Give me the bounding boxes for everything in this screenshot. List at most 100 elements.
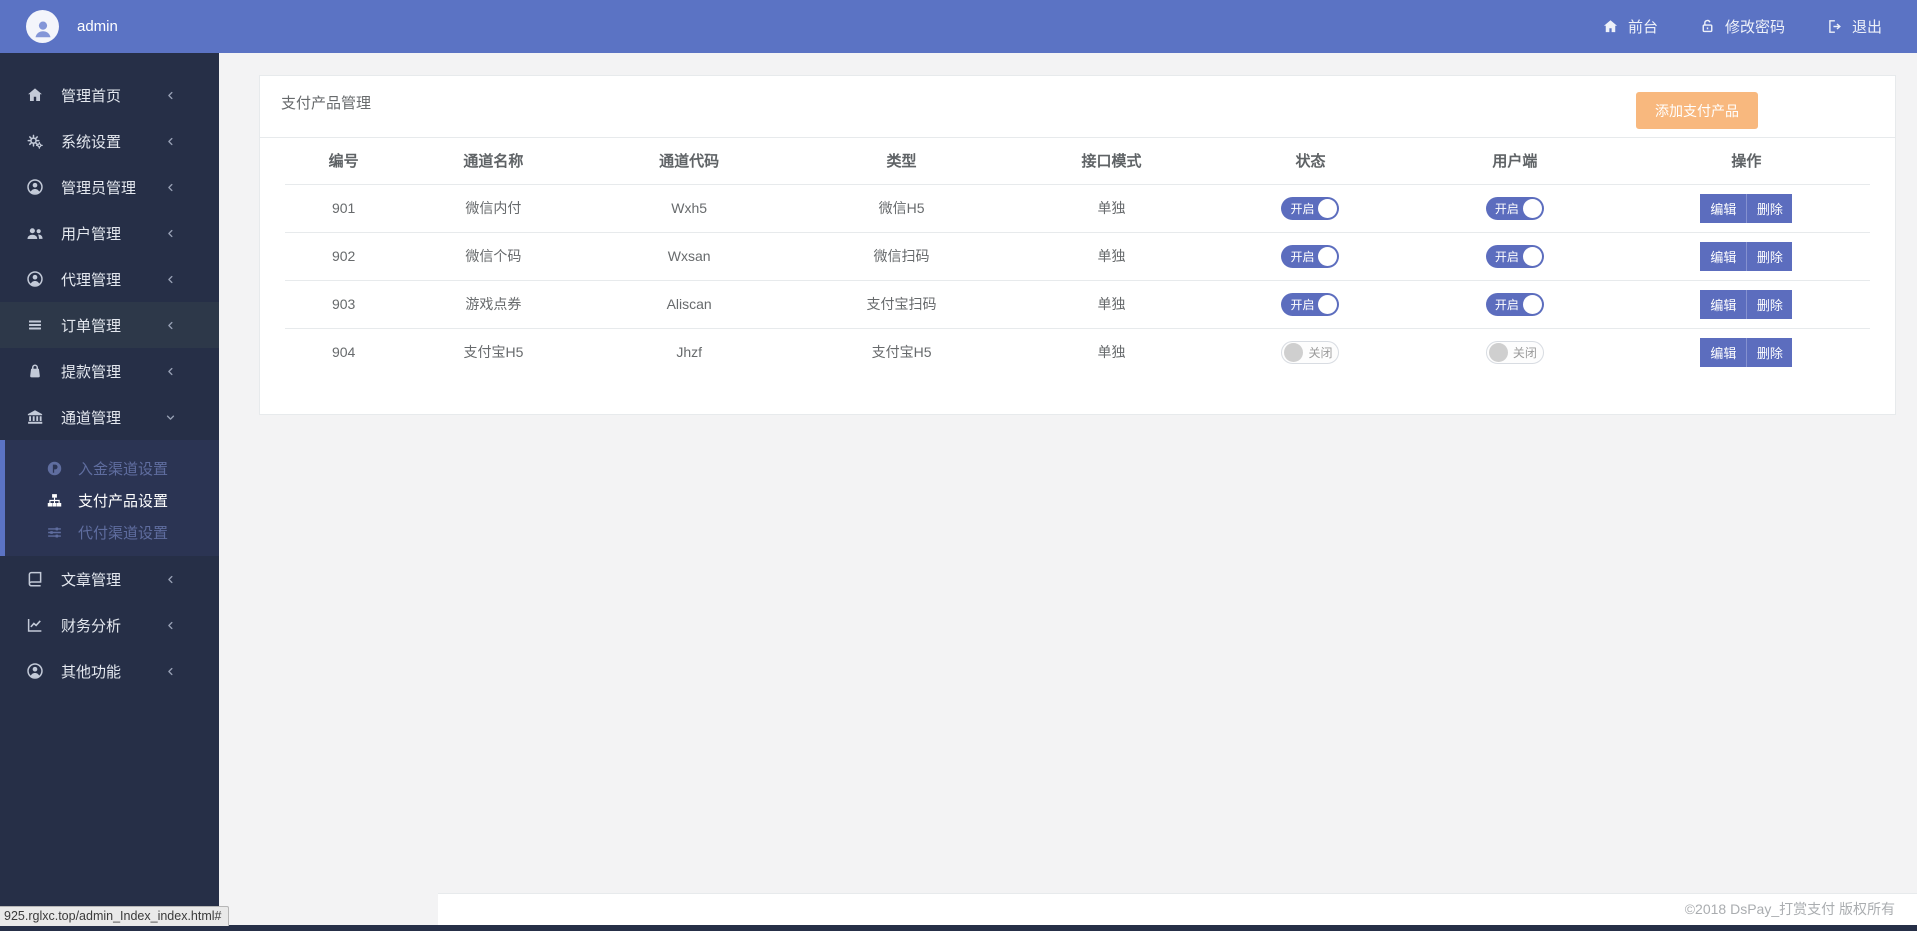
edit-button[interactable]: 编辑 (1700, 290, 1746, 319)
submenu-item-payout-channel-settings[interactable]: 代付渠道设置 (5, 516, 219, 548)
submenu-item-label: 支付产品设置 (78, 490, 168, 511)
list-icon (26, 316, 46, 334)
delete-button[interactable]: 删除 (1746, 242, 1792, 271)
chevron-left-icon (164, 573, 184, 586)
sidebar-item-article-management[interactable]: 文章管理 (0, 556, 219, 602)
cell-channel-code: Aliscan (585, 280, 794, 328)
table-header-row: 编号 通道名称 通道代码 类型 接口模式 状态 用户端 操作 (285, 138, 1870, 184)
sidebar-item-label: 提款管理 (61, 361, 121, 382)
header-nav: 前台 修改密码 退出 (1602, 16, 1917, 37)
toggle-label: 关闭 (1308, 344, 1332, 361)
sidebar-item-finance-analysis[interactable]: 财务分析 (0, 602, 219, 648)
user-avatar[interactable] (26, 10, 59, 43)
user-circle-icon (26, 662, 46, 680)
browser-status-link: 925.rglxc.top/admin_Index_index.html# (0, 906, 229, 926)
sidebar-item-label: 其他功能 (61, 661, 121, 682)
delete-button[interactable]: 删除 (1746, 338, 1792, 367)
chart-line-icon (26, 616, 46, 634)
chevron-left-icon (164, 619, 184, 632)
delete-button[interactable]: 删除 (1746, 194, 1792, 223)
sidebar-item-system-settings[interactable]: 系统设置 (0, 118, 219, 164)
sidebar-item-label: 管理员管理 (61, 177, 136, 198)
delete-button[interactable]: 删除 (1746, 290, 1792, 319)
toggle-label: 开启 (1495, 296, 1519, 313)
toggle-knob (1318, 295, 1337, 314)
col-header-api-mode: 接口模式 (1009, 138, 1213, 184)
main-content: 支付产品管理 添加支付产品 编号 通道名称 通道代码 类型 接口模式 (219, 53, 1917, 931)
edit-button[interactable]: 编辑 (1700, 242, 1746, 271)
row-actions: 编辑删除 (1700, 242, 1792, 271)
sidebar-item-agent-management[interactable]: 代理管理 (0, 256, 219, 302)
col-header-type: 类型 (794, 138, 1010, 184)
col-header-channel-name: 通道名称 (402, 138, 584, 184)
status-toggle[interactable]: 开启 (1281, 245, 1339, 268)
client-toggle[interactable]: 开启 (1486, 245, 1544, 268)
submenu-item-deposit-channel-settings[interactable]: 入金渠道设置 (5, 452, 219, 484)
chevron-left-icon (164, 665, 184, 678)
p-circle-icon (46, 460, 65, 477)
sidebar-item-user-management[interactable]: 用户管理 (0, 210, 219, 256)
client-toggle[interactable]: 关闭 (1486, 341, 1544, 364)
sidebar-item-channel-management[interactable]: 通道管理 (0, 394, 219, 440)
sidebar-item-withdraw-management[interactable]: 提款管理 (0, 348, 219, 394)
nav-frontend-label: 前台 (1628, 16, 1658, 37)
toggle-knob (1284, 343, 1303, 362)
chevron-left-icon (164, 319, 184, 332)
toggle-knob (1523, 199, 1542, 218)
nav-frontend[interactable]: 前台 (1602, 16, 1658, 37)
col-header-client: 用户端 (1407, 138, 1623, 184)
sliders-icon (46, 524, 65, 541)
sidebar-item-dashboard[interactable]: 管理首页 (0, 72, 219, 118)
status-toggle[interactable]: 开启 (1281, 293, 1339, 316)
home-icon (26, 86, 46, 104)
chevron-left-icon (164, 135, 184, 148)
toggle-knob (1489, 343, 1508, 362)
sidebar-item-admin-management[interactable]: 管理员管理 (0, 164, 219, 210)
col-header-channel-code: 通道代码 (585, 138, 794, 184)
toggle-knob (1318, 247, 1337, 266)
edit-button[interactable]: 编辑 (1700, 338, 1746, 367)
sitemap-icon (46, 492, 65, 509)
status-toggle[interactable]: 开启 (1281, 197, 1339, 220)
sidebar: 管理首页 系统设置 管理员管理 用户管理 代理管理 订单管理 提款管理 通道管理 (0, 53, 219, 931)
lock-open-icon (1699, 18, 1716, 35)
channel-management-submenu: 入金渠道设置 支付产品设置 代付渠道设置 (0, 440, 219, 556)
submenu-item-payment-product-settings[interactable]: 支付产品设置 (5, 484, 219, 516)
cell-id: 902 (285, 232, 402, 280)
col-header-actions: 操作 (1623, 138, 1870, 184)
card-body: 编号 通道名称 通道代码 类型 接口模式 状态 用户端 操作 901 微信内付 (260, 138, 1895, 376)
nav-logout[interactable]: 退出 (1826, 16, 1882, 37)
add-payment-product-button[interactable]: 添加支付产品 (1636, 92, 1758, 129)
table-row: 903 游戏点券 Aliscan 支付宝扫码 单独 开启 开启 编辑删除 (285, 280, 1870, 328)
sidebar-item-other-functions[interactable]: 其他功能 (0, 648, 219, 694)
nav-logout-label: 退出 (1852, 16, 1882, 37)
row-actions: 编辑删除 (1700, 194, 1792, 223)
page-title: 支付产品管理 (281, 92, 371, 113)
sidebar-item-label: 系统设置 (61, 131, 121, 152)
payment-product-card: 支付产品管理 添加支付产品 编号 通道名称 通道代码 类型 接口模式 (259, 75, 1896, 415)
page-footer: ©2018 DsPay_打赏支付 版权所有 (438, 893, 1917, 925)
cell-channel-code: Wxh5 (585, 184, 794, 232)
table-row: 904 支付宝H5 Jhzf 支付宝H5 单独 关闭 关闭 编辑删除 (285, 328, 1870, 376)
money-bag-icon (26, 362, 46, 380)
cell-channel-name: 支付宝H5 (402, 328, 584, 376)
sidebar-item-label: 财务分析 (61, 615, 121, 636)
cell-channel-name: 微信个码 (402, 232, 584, 280)
book-icon (26, 570, 46, 588)
chevron-left-icon (164, 365, 184, 378)
nav-change-password[interactable]: 修改密码 (1699, 16, 1785, 37)
brand-area: admin (0, 10, 240, 43)
toggle-label: 开启 (1290, 296, 1314, 313)
client-toggle[interactable]: 开启 (1486, 293, 1544, 316)
cell-api-mode: 单独 (1009, 280, 1213, 328)
client-toggle[interactable]: 开启 (1486, 197, 1544, 220)
toggle-label: 开启 (1495, 248, 1519, 265)
submenu-item-label: 代付渠道设置 (78, 522, 168, 543)
status-toggle[interactable]: 关闭 (1281, 341, 1339, 364)
cell-channel-code: Wxsan (585, 232, 794, 280)
row-actions: 编辑删除 (1700, 290, 1792, 319)
sidebar-item-label: 文章管理 (61, 569, 121, 590)
edit-button[interactable]: 编辑 (1700, 194, 1746, 223)
sidebar-item-order-management[interactable]: 订单管理 (0, 302, 219, 348)
toggle-knob (1523, 247, 1542, 266)
